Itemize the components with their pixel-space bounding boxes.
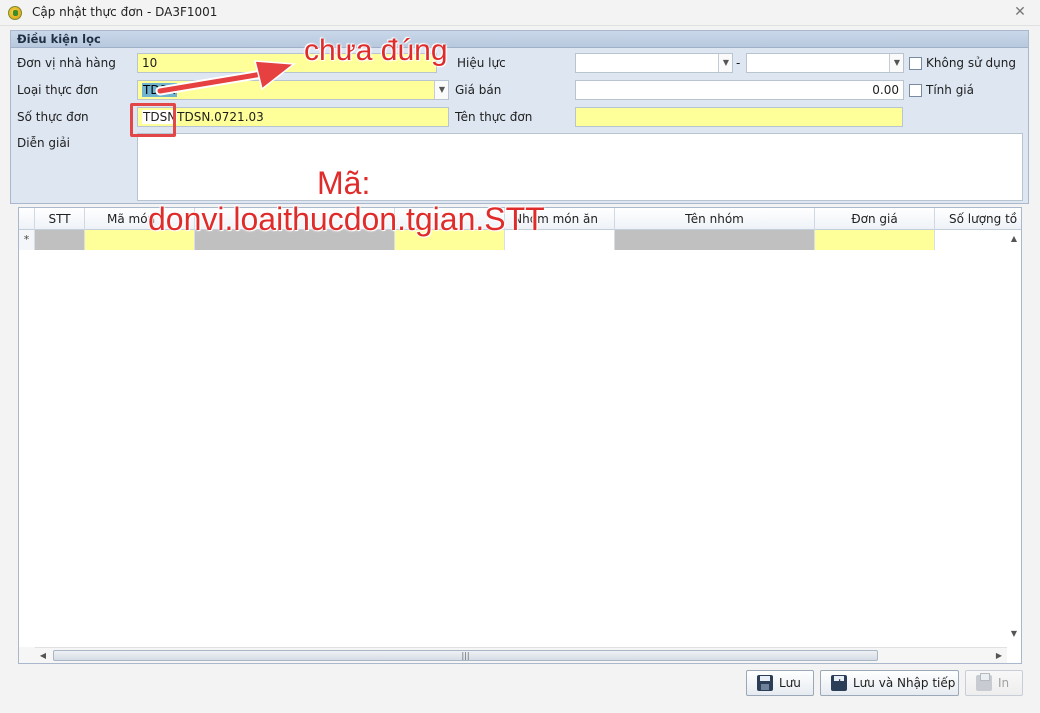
- horizontal-scroll-thumb[interactable]: |||: [53, 650, 878, 661]
- save-add-icon: [831, 671, 853, 695]
- menu-type-value: TDSN: [142, 83, 178, 97]
- menu-no-label: Số thực đơn: [17, 110, 89, 124]
- annotation-wrong: chưa đúng: [304, 34, 448, 67]
- price-label: Giá bán: [455, 83, 502, 97]
- not-used-checkbox[interactable]: [909, 57, 922, 70]
- column-header-stock-qty[interactable]: Số lượng tồ: [935, 208, 1021, 230]
- save-and-next-button[interactable]: Lưu và Nhập tiếp: [820, 670, 959, 696]
- dash-separator: -: [736, 56, 741, 70]
- not-used-label: Không sử dụng: [926, 56, 1016, 70]
- description-label: Diễn giải: [17, 136, 71, 150]
- save-button[interactable]: Lưu: [746, 670, 814, 696]
- calc-price-checkbox[interactable]: [909, 84, 922, 97]
- menu-type-label: Loại thực đơn: [17, 83, 99, 97]
- menu-no-value: TDSN.0721.03: [177, 110, 264, 124]
- app-icon: [8, 6, 22, 20]
- scroll-up-icon[interactable]: ▲: [1007, 232, 1021, 246]
- column-header-unit-price[interactable]: Đơn giá: [815, 208, 935, 230]
- vertical-scrollbar[interactable]: ▲ ▼: [1007, 230, 1021, 643]
- scroll-down-icon[interactable]: ▼: [1007, 627, 1021, 641]
- annotation-code-label: Mã:: [317, 165, 371, 201]
- chevron-down-icon[interactable]: ▼: [718, 54, 732, 72]
- save-disk-icon: [757, 675, 773, 691]
- annotation-highlight-box: [130, 103, 176, 137]
- print-button-label: In: [998, 676, 1010, 690]
- window-title: Cập nhật thực đơn - DA3F1001: [32, 5, 218, 19]
- title-bar: Cập nhật thực đơn - DA3F1001 ✕: [0, 0, 1040, 26]
- validity-to-select[interactable]: ▼: [746, 53, 904, 73]
- new-row-marker: *: [19, 230, 35, 250]
- cell-stt[interactable]: [35, 230, 85, 250]
- menu-no-field[interactable]: TDSNTDSN.0721.03: [137, 107, 449, 127]
- menu-name-field[interactable]: [575, 107, 903, 127]
- chevron-down-icon[interactable]: ▼: [434, 81, 448, 99]
- cell-unit-price[interactable]: [815, 230, 935, 250]
- unit-label: Đơn vị nhà hàng: [17, 56, 116, 70]
- cell-group-name[interactable]: [615, 230, 815, 250]
- printer-icon: [976, 673, 992, 691]
- validity-label: Hiệu lực: [457, 56, 506, 70]
- validity-from-select[interactable]: ▼: [575, 53, 733, 73]
- scroll-left-icon[interactable]: ◀: [35, 648, 51, 663]
- price-field[interactable]: 0.00: [575, 80, 904, 100]
- description-textarea[interactable]: [137, 133, 1023, 201]
- horizontal-scrollbar[interactable]: ◀ ||| ▶: [35, 647, 1007, 663]
- filter-panel-header: Điều kiện lọc: [11, 31, 1028, 48]
- menu-name-label: Tên thực đơn: [455, 110, 533, 124]
- save-and-next-label: Lưu và Nhập tiếp: [853, 676, 956, 690]
- column-header-group-name[interactable]: Tên nhóm: [615, 208, 815, 230]
- save-button-label: Lưu: [779, 676, 801, 690]
- scroll-right-icon[interactable]: ▶: [991, 648, 1007, 663]
- chevron-down-icon[interactable]: ▼: [889, 54, 903, 72]
- print-button[interactable]: In: [965, 670, 1023, 696]
- menu-items-grid: STT Mã món Nhóm món ăn Tên nhóm Đơn giá …: [18, 207, 1022, 664]
- annotation-code-format: donvi.loaithucdon.tgian.STT: [148, 201, 545, 237]
- close-button[interactable]: ✕: [1012, 4, 1028, 20]
- grid-corner: [19, 647, 35, 663]
- row-indicator-header: [19, 208, 35, 230]
- calc-price-label: Tính giá: [926, 83, 974, 97]
- menu-type-select[interactable]: TDSN ▼: [137, 80, 449, 100]
- cell-stock-qty[interactable]: [935, 230, 1011, 250]
- column-header-stt[interactable]: STT: [35, 208, 85, 230]
